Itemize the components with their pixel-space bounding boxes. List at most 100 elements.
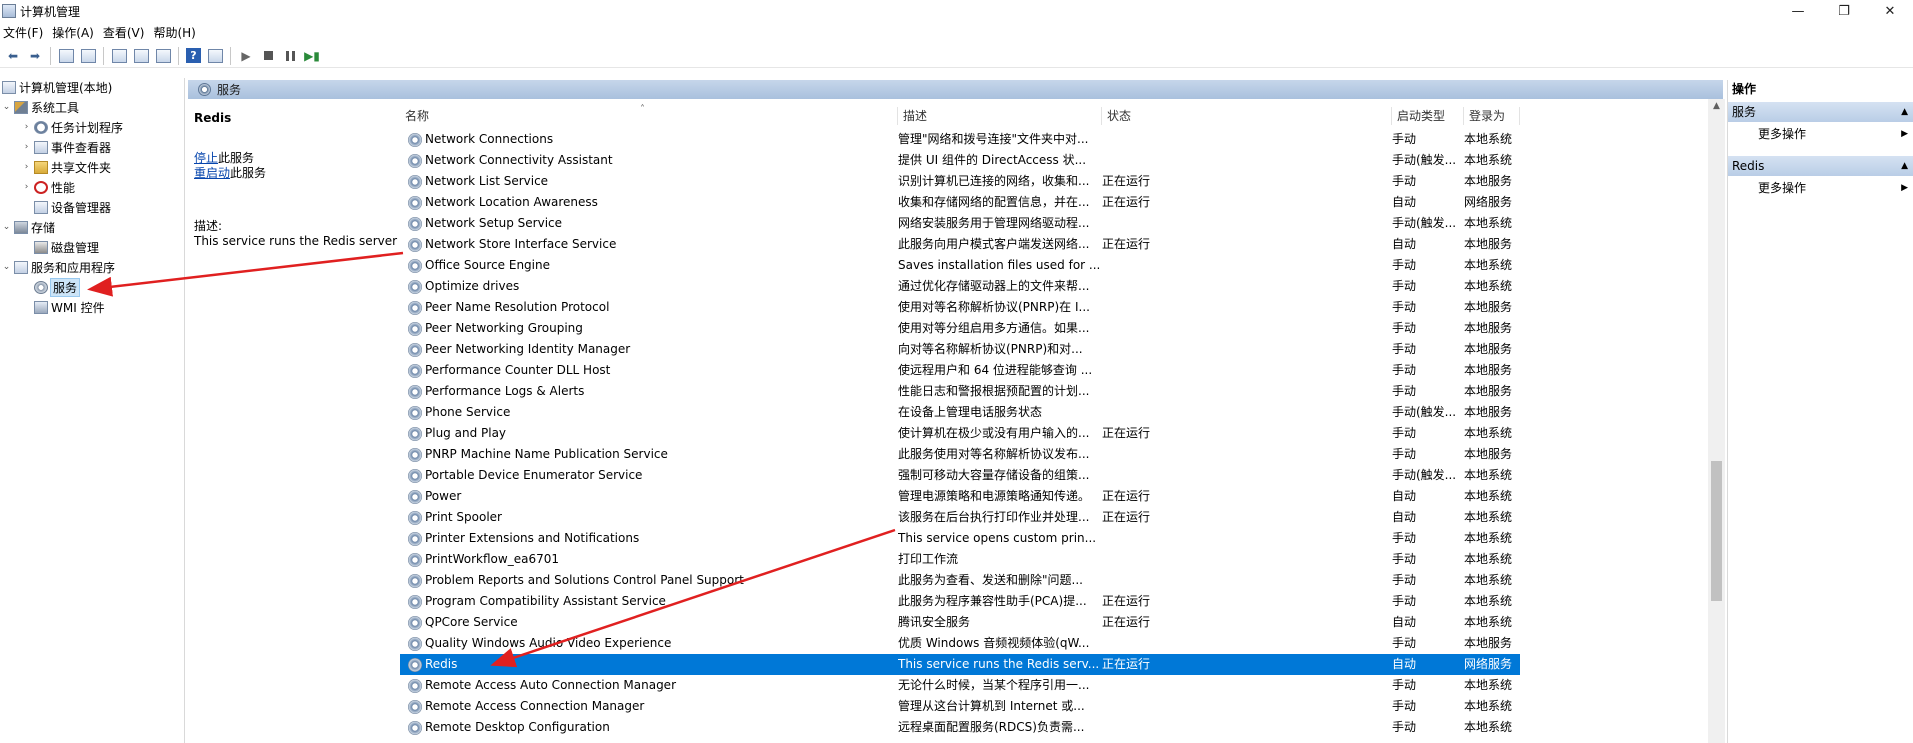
- title-bar: 计算机管理 — ❐ ✕: [0, 0, 1913, 22]
- expanded-chevron-icon[interactable]: ⌄: [2, 102, 11, 112]
- table-row[interactable]: Print Spooler 该服务在后台执行打印作业并处理... 正在运行 自动 本地系…: [400, 507, 1520, 528]
- table-row[interactable]: Network Location Awareness 收集和存储网络的配置信息，并…: [400, 192, 1520, 213]
- storage-icon: [14, 220, 28, 234]
- table-row[interactable]: Plug and Play 使计算机在极少或没有用户输入的... 正在运行 手动 本地系…: [400, 423, 1520, 444]
- service-description: 使用对等分组启用多方通信。如果...: [898, 321, 1090, 335]
- table-row[interactable]: Remote Access Connection Manager 管理从这台计算机…: [400, 696, 1520, 717]
- table-row[interactable]: Optimize drives 通过优化存储驱动器上的文件来帮... 手动 本地系统: [400, 276, 1520, 297]
- scrollbar-thumb[interactable]: [1711, 461, 1722, 601]
- service-startup-type: 手动: [1392, 132, 1417, 146]
- service-logon-as: 本地系统: [1464, 426, 1513, 440]
- start-service-icon[interactable]: ▶: [238, 48, 254, 64]
- expanded-chevron-icon[interactable]: ⌄: [2, 262, 11, 272]
- menu-file[interactable]: 文件(F): [0, 24, 49, 41]
- tree-node-task-scheduler[interactable]: › 任务计划程序: [22, 118, 123, 136]
- collapse-caret-icon[interactable]: ▲: [1901, 102, 1908, 122]
- tree-node-root[interactable]: 计算机管理(本地): [2, 78, 112, 96]
- table-row[interactable]: Network Store Interface Service 此服务向用户模式客…: [400, 234, 1520, 255]
- column-header-logon-as[interactable]: 登录为: [1464, 107, 1520, 125]
- show-hide-tree-icon[interactable]: [80, 48, 96, 63]
- table-row[interactable]: Network List Service 识别计算机已连接的网络，收集和... 正在…: [400, 171, 1520, 192]
- table-row[interactable]: PNRP Machine Name Publication Service 此服务…: [400, 444, 1520, 465]
- up-folder-icon[interactable]: [58, 48, 74, 63]
- table-row[interactable]: Remote Access Auto Connection Manager 无论什…: [400, 675, 1520, 696]
- more-actions-redis[interactable]: 更多操作 ▶: [1728, 178, 1913, 198]
- service-startup-type: 手动(触发...: [1392, 153, 1457, 167]
- table-row[interactable]: Power 管理电源策略和电源策略通知传递。 正在运行 自动 本地系统: [400, 486, 1520, 507]
- tree-node-label: 性能: [51, 180, 76, 195]
- tools-icon: [14, 100, 28, 114]
- table-row[interactable]: Remote Desktop Configuration 远程桌面配置服务(RDC…: [400, 717, 1520, 738]
- service-gear-icon: [408, 237, 422, 252]
- service-name-cell: Remote Access Connection Manager: [408, 696, 898, 717]
- column-header-startup-type[interactable]: 启动类型: [1392, 107, 1464, 125]
- table-row[interactable]: Program Compatibility Assistant Service 此…: [400, 591, 1520, 612]
- table-row[interactable]: Portable Device Enumerator Service 强制可移动大…: [400, 465, 1520, 486]
- collapsed-chevron-icon[interactable]: ›: [22, 162, 31, 172]
- table-row[interactable]: Performance Counter DLL Host 使远程用户和 64 位进…: [400, 360, 1520, 381]
- restart-service-icon[interactable]: ▶▮: [304, 48, 320, 64]
- table-row[interactable]: Phone Service 在设备上管理电话服务状态 手动(触发... 本地服务: [400, 402, 1520, 423]
- table-row[interactable]: QPCore Service 腾讯安全服务 正在运行 自动 本地系统: [400, 612, 1520, 633]
- collapsed-chevron-icon[interactable]: ›: [22, 122, 31, 132]
- tree-node-disk-management[interactable]: 磁盘管理: [34, 238, 99, 256]
- table-row[interactable]: Printer Extensions and Notifications This…: [400, 528, 1520, 549]
- forward-arrow-icon[interactable]: ➡: [27, 48, 43, 64]
- tree-node-shared-folders[interactable]: › 共享文件夹: [22, 158, 111, 176]
- table-row[interactable]: Peer Networking Identity Manager 向对等名称解析协…: [400, 339, 1520, 360]
- tree-node-label: 磁盘管理: [51, 240, 100, 255]
- table-row[interactable]: Peer Name Resolution Protocol 使用对等名称解析协议(…: [400, 297, 1520, 318]
- table-row[interactable]: Network Connections 管理"网络和拨号连接"文件夹中对... 手动…: [400, 129, 1520, 150]
- service-gear-icon: [408, 594, 422, 609]
- column-header-status[interactable]: 状态: [1102, 107, 1392, 125]
- close-button[interactable]: ✕: [1867, 0, 1913, 22]
- help-icon[interactable]: ?: [186, 48, 201, 63]
- stop-service-icon[interactable]: [263, 51, 273, 60]
- actions-section-services[interactable]: 服务 ▲: [1728, 102, 1913, 122]
- tree-node-device-manager[interactable]: 设备管理器: [34, 198, 111, 216]
- menu-view[interactable]: 查看(V): [100, 24, 151, 41]
- pause-service-icon[interactable]: [285, 50, 295, 61]
- table-row[interactable]: Office Source Engine Saves installation f…: [400, 255, 1520, 276]
- show-hide-action-pane-icon[interactable]: [207, 48, 223, 63]
- tree-node-services-apps[interactable]: ⌄ 服务和应用程序: [2, 258, 115, 276]
- collapsed-chevron-icon[interactable]: ›: [22, 142, 31, 152]
- actions-section-redis[interactable]: Redis ▲: [1728, 156, 1913, 176]
- expanded-chevron-icon[interactable]: ⌄: [2, 222, 11, 232]
- tree-node-storage[interactable]: ⌄ 存储: [2, 218, 55, 236]
- maximize-button[interactable]: ❐: [1821, 0, 1867, 22]
- collapsed-chevron-icon[interactable]: ›: [22, 182, 31, 192]
- table-row[interactable]: Problem Reports and Solutions Control Pa…: [400, 570, 1520, 591]
- service-name: Peer Name Resolution Protocol: [425, 300, 610, 314]
- table-row[interactable]: Network Connectivity Assistant 提供 UI 组件的 …: [400, 150, 1520, 171]
- minimize-button[interactable]: —: [1775, 0, 1821, 22]
- vertical-scrollbar[interactable]: ▲: [1708, 99, 1725, 743]
- table-row[interactable]: Quality Windows Audio Video Experience 优质…: [400, 633, 1520, 654]
- service-name: Quality Windows Audio Video Experience: [425, 636, 672, 650]
- tree-node-services[interactable]: 服务: [34, 277, 81, 297]
- table-row[interactable]: Performance Logs & Alerts 性能日志和警报根据预配置的计划…: [400, 381, 1520, 402]
- more-actions-services[interactable]: 更多操作 ▶: [1728, 124, 1913, 144]
- service-status: 正在运行: [1102, 657, 1151, 671]
- tree-node-system-tools[interactable]: ⌄ 系统工具: [2, 98, 79, 116]
- tree-node-event-viewer[interactable]: › 事件查看器: [22, 138, 111, 156]
- tree-node-performance[interactable]: › 性能: [22, 178, 75, 196]
- tree-node-wmi[interactable]: WMI 控件: [34, 298, 105, 316]
- table-row-selected[interactable]: Redis This service runs the Redis serv...…: [400, 654, 1520, 675]
- collapse-caret-icon[interactable]: ▲: [1901, 156, 1908, 176]
- table-row[interactable]: PrintWorkflow_ea6701 打印工作流 手动 本地系统: [400, 549, 1520, 570]
- service-startup-type: 手动: [1392, 300, 1417, 314]
- restart-service-link[interactable]: 重启动: [194, 166, 230, 180]
- menu-action[interactable]: 操作(A): [49, 24, 100, 41]
- refresh-icon[interactable]: [133, 48, 149, 63]
- table-row[interactable]: Network Setup Service 网络安装服务用于管理网络驱动程... 手…: [400, 213, 1520, 234]
- properties-icon[interactable]: [111, 48, 127, 63]
- column-header-description[interactable]: 描述: [898, 107, 1102, 125]
- export-list-icon[interactable]: [155, 48, 171, 63]
- stop-service-link[interactable]: 停止: [194, 151, 218, 165]
- column-header-name[interactable]: 名称 ˄: [400, 104, 898, 125]
- menu-help[interactable]: 帮助(H): [150, 24, 201, 41]
- table-row[interactable]: Peer Networking Grouping 使用对等分组启用多方通信。如果.…: [400, 318, 1520, 339]
- back-arrow-icon[interactable]: ⬅: [5, 48, 21, 64]
- scroll-up-icon[interactable]: ▲: [1708, 101, 1725, 111]
